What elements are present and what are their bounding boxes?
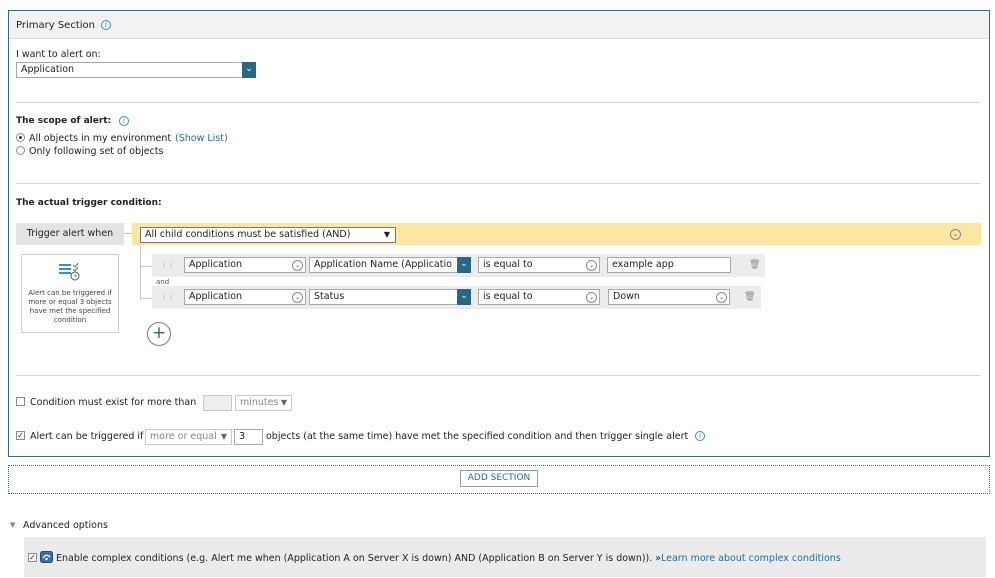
chevron-down-icon: ⌄ [292, 292, 303, 303]
child-conditions-select[interactable]: All child conditions must be satisfied (… [140, 227, 396, 243]
connector-line [140, 298, 152, 299]
divider [16, 183, 980, 184]
plus-icon: + [151, 323, 167, 343]
trash-icon[interactable]: 🗑 [744, 292, 755, 302]
condition-value-select[interactable]: Down [608, 289, 730, 305]
chevron-down-icon[interactable]: ⌄ [457, 289, 471, 305]
chevron-down-icon: ⌄ [716, 292, 727, 303]
scope-all-label: All objects in my environment [29, 133, 172, 144]
advanced-options-title[interactable]: Advanced options [23, 520, 108, 531]
duration-unit-select[interactable]: minutes ▼ [235, 395, 292, 411]
condition-object-select[interactable]: Application [184, 257, 306, 273]
alert-on-select[interactable]: Application [16, 62, 256, 78]
trash-icon[interactable]: 🗑 [749, 260, 760, 270]
and-label: and [156, 278, 170, 286]
condition-property-select[interactable]: Status [309, 289, 471, 305]
condition-operator-select[interactable]: is equal to [478, 289, 600, 305]
complex-conditions-checkbox[interactable]: ✓ [28, 553, 37, 562]
add-condition-button[interactable]: + [147, 322, 171, 346]
chevron-down-icon: ⌄ [586, 292, 597, 303]
connector-line [140, 266, 152, 267]
trigger-alert-when-box: Trigger alert when [16, 223, 124, 245]
scope-following-radio[interactable] [16, 146, 25, 155]
triangle-down-icon[interactable]: ▼ [10, 521, 15, 529]
info-icon[interactable]: i [119, 116, 129, 126]
info-icon[interactable]: i [101, 20, 111, 30]
helper-text: Alert can be triggered if more or equal … [28, 289, 112, 324]
duration-input[interactable] [203, 395, 232, 411]
add-section-button[interactable]: ADD SECTION [460, 470, 538, 487]
condition-property-select[interactable]: Application Name (Applicatio [309, 257, 471, 273]
triggered-if-operator-select[interactable]: more or equal ▼ [145, 429, 232, 445]
divider [16, 375, 980, 376]
drag-handle-icon[interactable]: ⋮⋮ [160, 260, 175, 269]
collapse-chevron-icon[interactable]: ⌄ [950, 229, 961, 240]
caret-down-icon: ▼ [383, 230, 390, 239]
connector-line [140, 245, 141, 300]
connector-line [124, 233, 132, 234]
triggered-if-label: Alert can be triggered if [30, 431, 144, 442]
condition-operator-select[interactable]: is equal to [478, 257, 600, 273]
duration-checkbox[interactable] [16, 397, 25, 406]
learn-more-link[interactable]: Learn more about complex conditions [661, 553, 841, 564]
caret-down-icon: ▼ [220, 432, 227, 441]
triggered-if-count-input[interactable]: 3 [234, 429, 263, 445]
condition-value-input[interactable]: example app [607, 257, 731, 273]
info-icon[interactable]: i [695, 431, 705, 441]
chevron-down-icon[interactable]: ⌄ [457, 257, 471, 273]
chevron-down-icon[interactable]: ⌄ [242, 62, 256, 78]
complex-conditions-text: Enable complex conditions (e.g. Alert me… [56, 553, 662, 564]
alert-on-label: I want to alert on: [16, 49, 101, 60]
caret-down-icon: ▼ [280, 398, 287, 407]
show-list-link[interactable]: (Show List) [175, 133, 228, 144]
complex-conditions-icon [40, 551, 53, 563]
section-title: Primary Section [16, 20, 95, 31]
chevron-down-icon: ⌄ [292, 260, 303, 271]
trigger-condition-label: The actual trigger condition: [16, 198, 162, 208]
condition-object-select[interactable]: Application [184, 289, 306, 305]
primary-section-header [9, 11, 989, 39]
triggered-if-checkbox[interactable]: ✓ [16, 431, 25, 440]
scope-following-label: Only following set of objects [29, 146, 164, 157]
chevron-down-icon: ⌄ [586, 260, 597, 271]
drag-handle-icon[interactable]: ⋮⋮ [160, 292, 175, 301]
triggered-if-suffix: objects (at the same time) have met the … [266, 431, 689, 442]
scope-all-radio[interactable] [16, 133, 25, 142]
list-clock-icon [59, 263, 80, 281]
divider [16, 102, 980, 103]
scope-label: The scope of alert: [16, 116, 112, 126]
duration-label: Condition must exist for more than [30, 397, 197, 408]
